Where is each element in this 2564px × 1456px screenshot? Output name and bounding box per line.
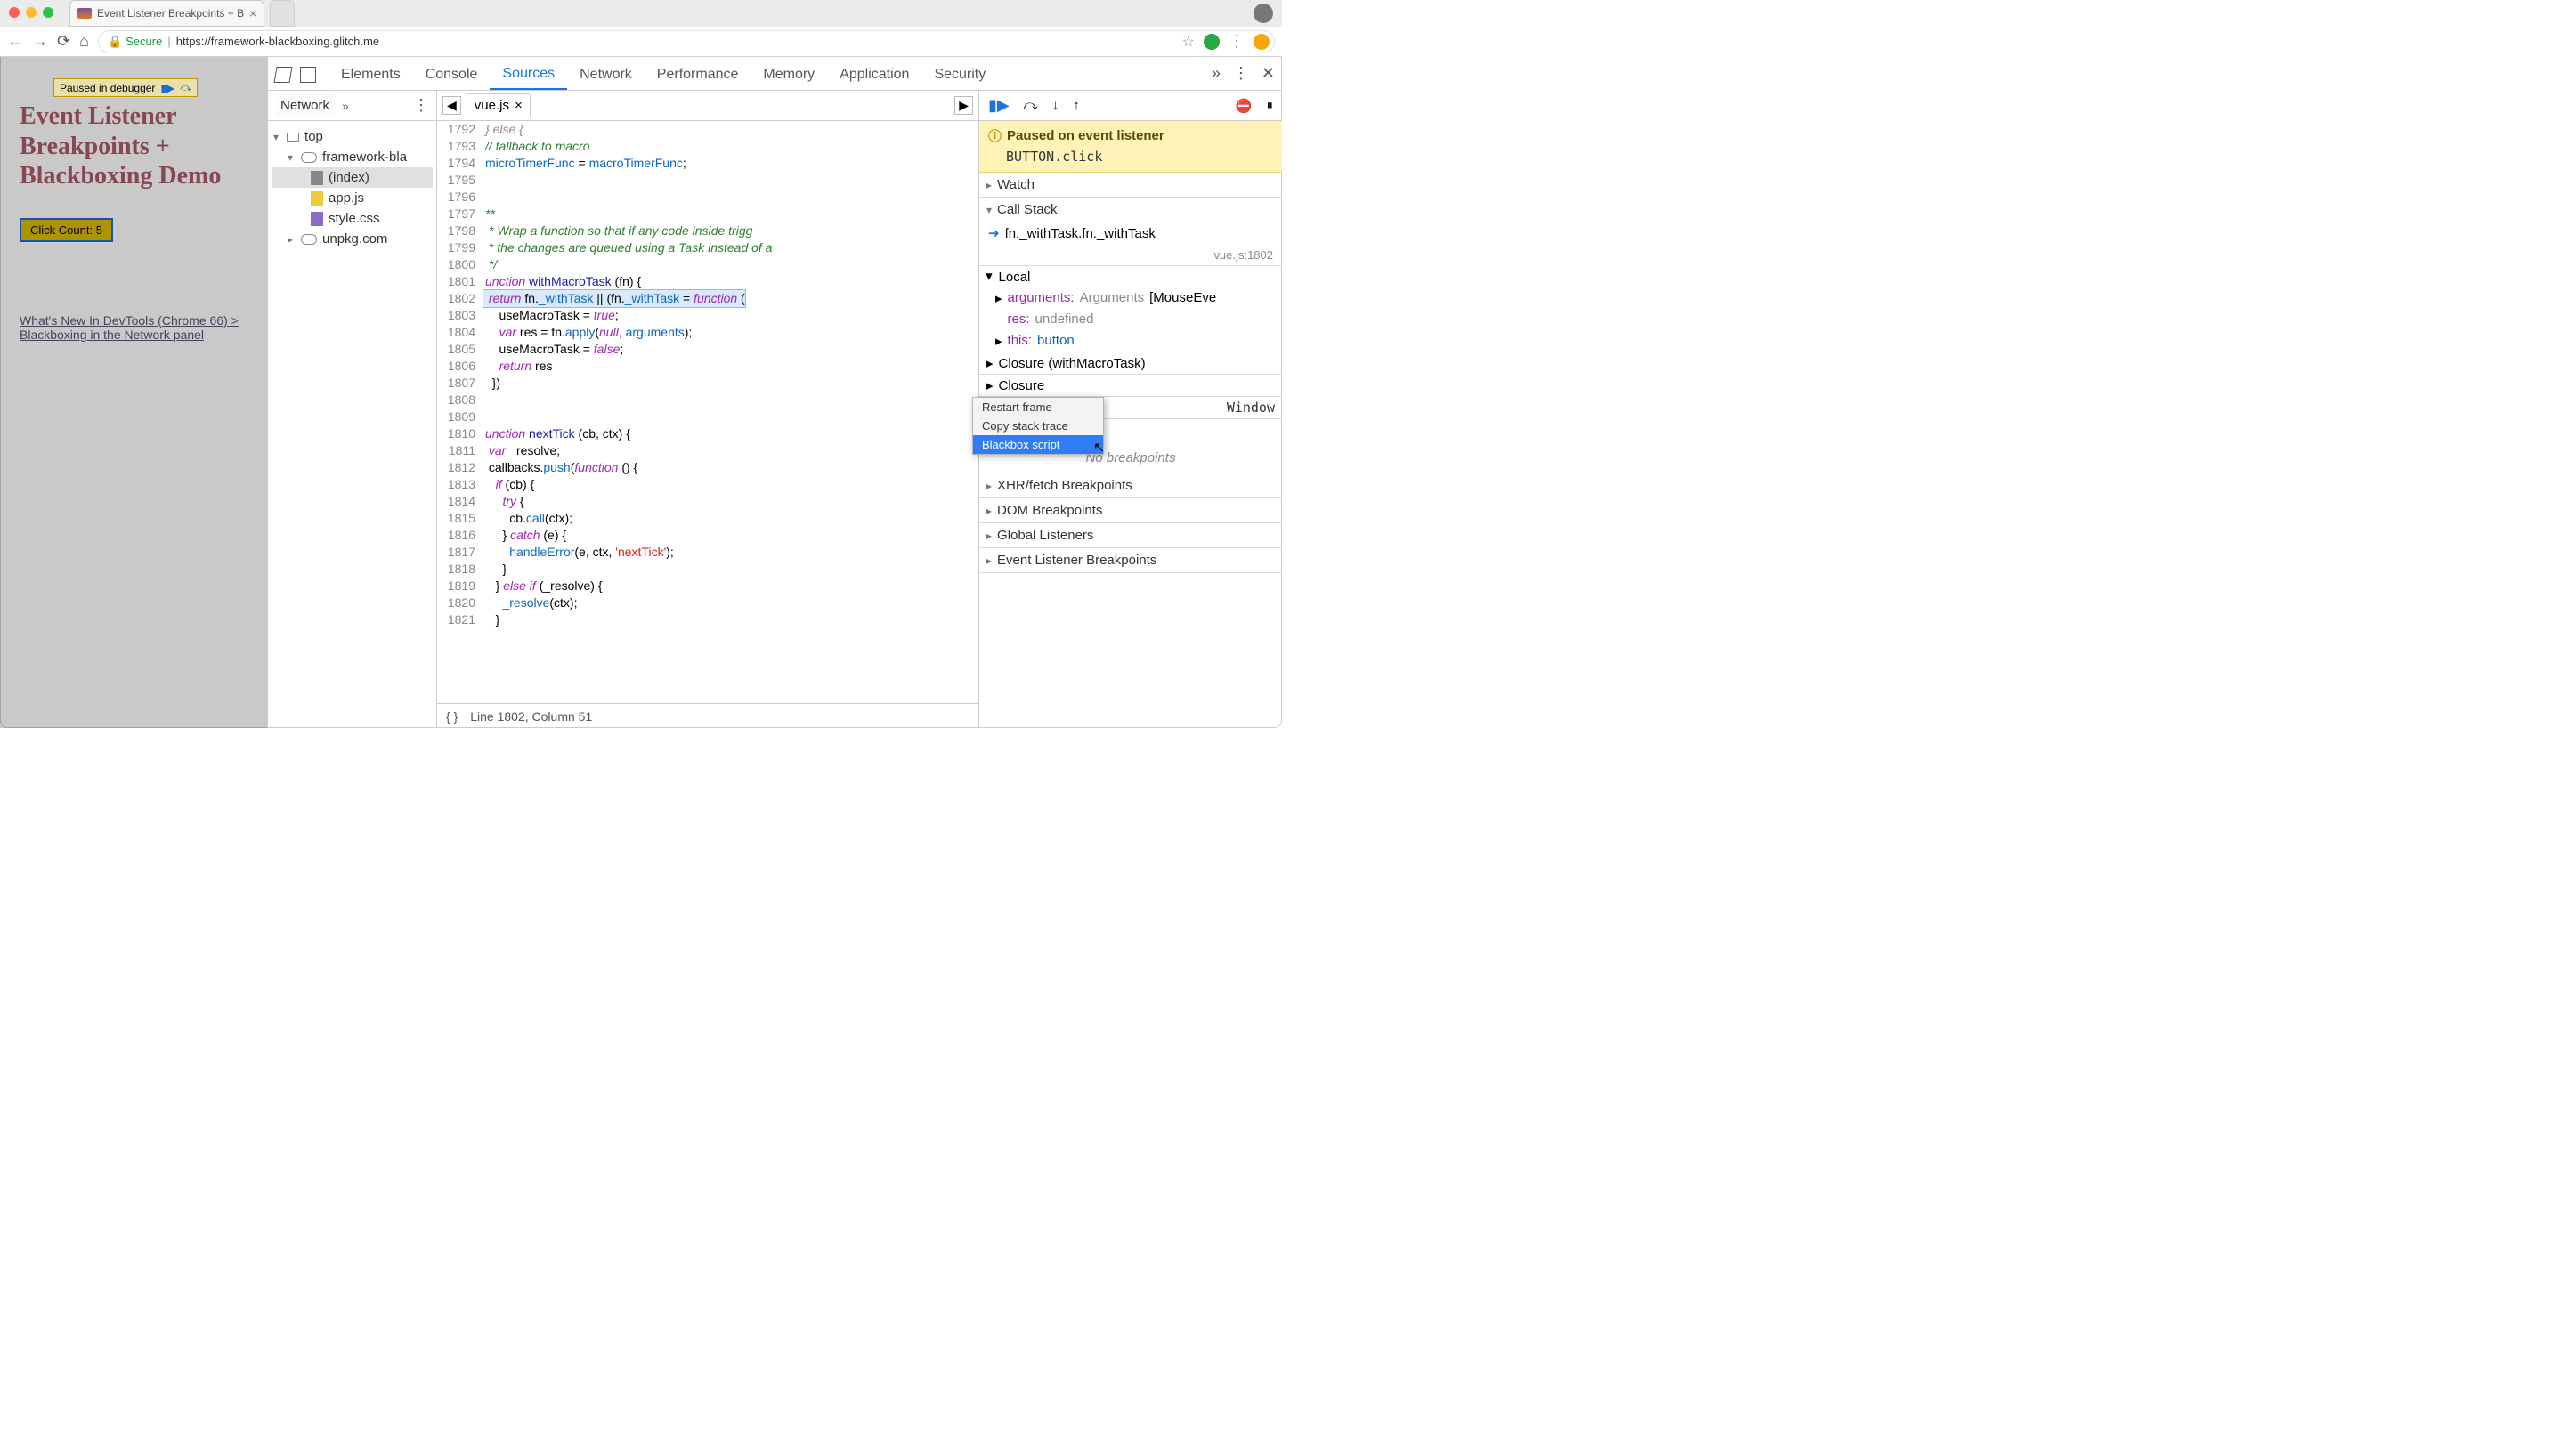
show-navigator-icon[interactable]: ◀ <box>442 96 461 115</box>
pause-detail: BUTTON.click <box>988 145 1273 165</box>
devtools-menu-icon[interactable]: ⋮ <box>1233 64 1249 83</box>
tab-sources[interactable]: Sources <box>490 58 567 90</box>
tree-file-app-js[interactable]: app.js <box>272 188 433 208</box>
address-bar: ← → ⟳ ⌂ 🔒 Secure | https://framework-bla… <box>0 27 1282 57</box>
deactivate-breakpoints-icon[interactable]: ⛔ <box>1236 98 1253 114</box>
tab-performance[interactable]: Performance <box>645 59 751 89</box>
browser-tab-strip: Event Listener Breakpoints + B × <box>0 0 1282 27</box>
ctx-blackbox-script[interactable]: Blackbox script <box>973 435 1103 454</box>
mouse-cursor-icon: ↖ <box>1093 439 1105 457</box>
section-xhr-breakpoints[interactable]: XHR/fetch Breakpoints <box>979 473 1282 497</box>
profile-avatar-icon[interactable] <box>1254 4 1273 23</box>
reload-button[interactable]: ⟳ <box>57 32 70 51</box>
hide-debugger-icon[interactable]: ▶ <box>954 96 973 115</box>
device-mode-icon[interactable] <box>273 67 292 83</box>
section-global-listeners[interactable]: Global Listeners <box>979 523 1282 547</box>
navigator-tab-network[interactable]: Network <box>275 93 335 117</box>
page-viewport: Paused in debugger ▮▶ ⤼ Event Listener B… <box>0 57 267 728</box>
cursor-position: Line 1802, Column 51 <box>470 709 592 724</box>
code-area[interactable]: 1792} else { 1793// fallback to macro 17… <box>437 121 978 703</box>
url-input[interactable]: 🔒 Secure | https://framework-blackboxing… <box>98 30 1275 53</box>
scope-local[interactable]: ▸Local <box>979 266 1282 287</box>
scope-res: ▸res: undefined <box>979 309 1282 330</box>
browser-tab[interactable]: Event Listener Breakpoints + B × <box>69 0 264 27</box>
step-into-button[interactable]: ↓ <box>1052 98 1059 113</box>
tab-elements[interactable]: Elements <box>329 59 413 89</box>
source-editor: ◀ vue.js × ▶ 1792} else { 1793// fallbac… <box>437 91 979 728</box>
secure-lock-icon[interactable]: 🔒 Secure <box>108 35 162 49</box>
scope-this[interactable]: ▸this: button <box>979 330 1282 352</box>
notifications-icon[interactable] <box>1254 34 1270 50</box>
forward-button[interactable]: → <box>32 32 48 51</box>
scope-closure-1[interactable]: ▸Closure (withMacroTask) <box>979 352 1282 374</box>
close-tab-icon[interactable]: × <box>249 6 256 20</box>
minimize-window-button[interactable] <box>26 7 37 18</box>
zoom-window-button[interactable] <box>43 7 53 18</box>
stack-frame-location[interactable]: vue.js:1802 <box>1214 248 1274 262</box>
pretty-print-icon[interactable]: { } <box>446 709 458 724</box>
section-watch[interactable]: Watch <box>979 173 1282 197</box>
devtools-tab-bar: Elements Console Sources Network Perform… <box>268 57 1282 91</box>
page-link[interactable]: What's New In DevTools (Chrome 66) > Bla… <box>20 313 247 342</box>
tab-application[interactable]: Application <box>827 59 921 89</box>
devtools-panel: Elements Console Sources Network Perform… <box>267 57 1282 728</box>
tree-file-index[interactable]: (index) <box>272 167 433 188</box>
stack-frame-0[interactable]: ➔fn._withTask.fn._withTask <box>979 222 1282 245</box>
section-dom-breakpoints[interactable]: DOM Breakpoints <box>979 498 1282 522</box>
close-window-button[interactable] <box>9 7 20 18</box>
tree-file-style-css[interactable]: style.css <box>272 208 433 229</box>
tree-host-unpkg[interactable]: unpkg.com <box>272 229 433 249</box>
resume-button[interactable]: ▮▶ <box>988 96 1010 115</box>
editor-tab-vue-js[interactable]: vue.js × <box>467 93 531 117</box>
scope-arguments[interactable]: ▸arguments: Arguments [MouseEve <box>979 287 1282 309</box>
resume-icon[interactable]: ▮▶ <box>160 82 174 94</box>
menu-icon[interactable]: ⋮ <box>1229 32 1245 51</box>
url-text: https://framework-blackboxing.glitch.me <box>176 35 379 48</box>
tab-title: Event Listener Breakpoints + B <box>97 7 244 20</box>
ctx-copy-stack-trace[interactable]: Copy stack trace <box>973 417 1103 435</box>
paused-label: Paused in debugger <box>60 82 155 94</box>
cloud-icon <box>301 152 317 163</box>
bookmark-star-icon[interactable]: ☆ <box>1182 33 1195 51</box>
more-navigator-tabs-icon[interactable]: » <box>342 99 349 113</box>
scope-closure-2[interactable]: ▸Closure <box>979 375 1282 396</box>
tree-host-framework[interactable]: framework-bla <box>272 147 433 167</box>
tab-security[interactable]: Security <box>921 59 998 89</box>
step-over-icon[interactable]: ⤼ <box>180 81 191 94</box>
close-devtools-icon[interactable]: ✕ <box>1262 64 1275 83</box>
back-button[interactable]: ← <box>7 32 23 51</box>
tab-memory[interactable]: Memory <box>751 59 827 89</box>
pause-title: Paused on event listener <box>1007 128 1164 143</box>
tree-root[interactable]: top <box>272 126 433 147</box>
section-event-listener-breakpoints[interactable]: Event Listener Breakpoints <box>979 548 1282 572</box>
click-count-button[interactable]: Click Count: 5 <box>20 218 113 242</box>
close-file-tab-icon[interactable]: × <box>515 98 523 113</box>
tab-network[interactable]: Network <box>567 59 645 89</box>
context-menu: Restart frame Copy stack trace Blackbox … <box>972 397 1104 455</box>
step-over-button[interactable]: ⤼ <box>1024 98 1038 113</box>
section-call-stack[interactable]: Call Stack <box>979 198 1282 222</box>
new-tab-button[interactable] <box>270 0 295 27</box>
pause-reason-banner: ⓘPaused on event listener BUTTON.click <box>979 121 1282 173</box>
sources-navigator: Network » ⋮ top framework-bla (index) ap… <box>268 91 437 728</box>
ctx-restart-frame[interactable]: Restart frame <box>973 398 1103 417</box>
cloud-icon <box>301 234 317 245</box>
favicon <box>77 8 92 19</box>
debugger-paused-overlay: Paused in debugger ▮▶ ⤼ <box>53 78 198 97</box>
more-tabs-icon[interactable]: » <box>1212 64 1221 83</box>
page-heading: Event Listener Breakpoints + Blackboxing… <box>20 101 247 191</box>
navigator-menu-icon[interactable]: ⋮ <box>413 96 429 115</box>
extension-icon[interactable] <box>1204 34 1220 50</box>
tab-console[interactable]: Console <box>413 59 491 89</box>
pause-on-exceptions-icon[interactable]: ⏸ <box>1266 98 1273 113</box>
home-button[interactable]: ⌂ <box>79 32 89 51</box>
dock-side-icon[interactable] <box>300 67 316 83</box>
step-out-button[interactable]: ↑ <box>1073 98 1080 113</box>
